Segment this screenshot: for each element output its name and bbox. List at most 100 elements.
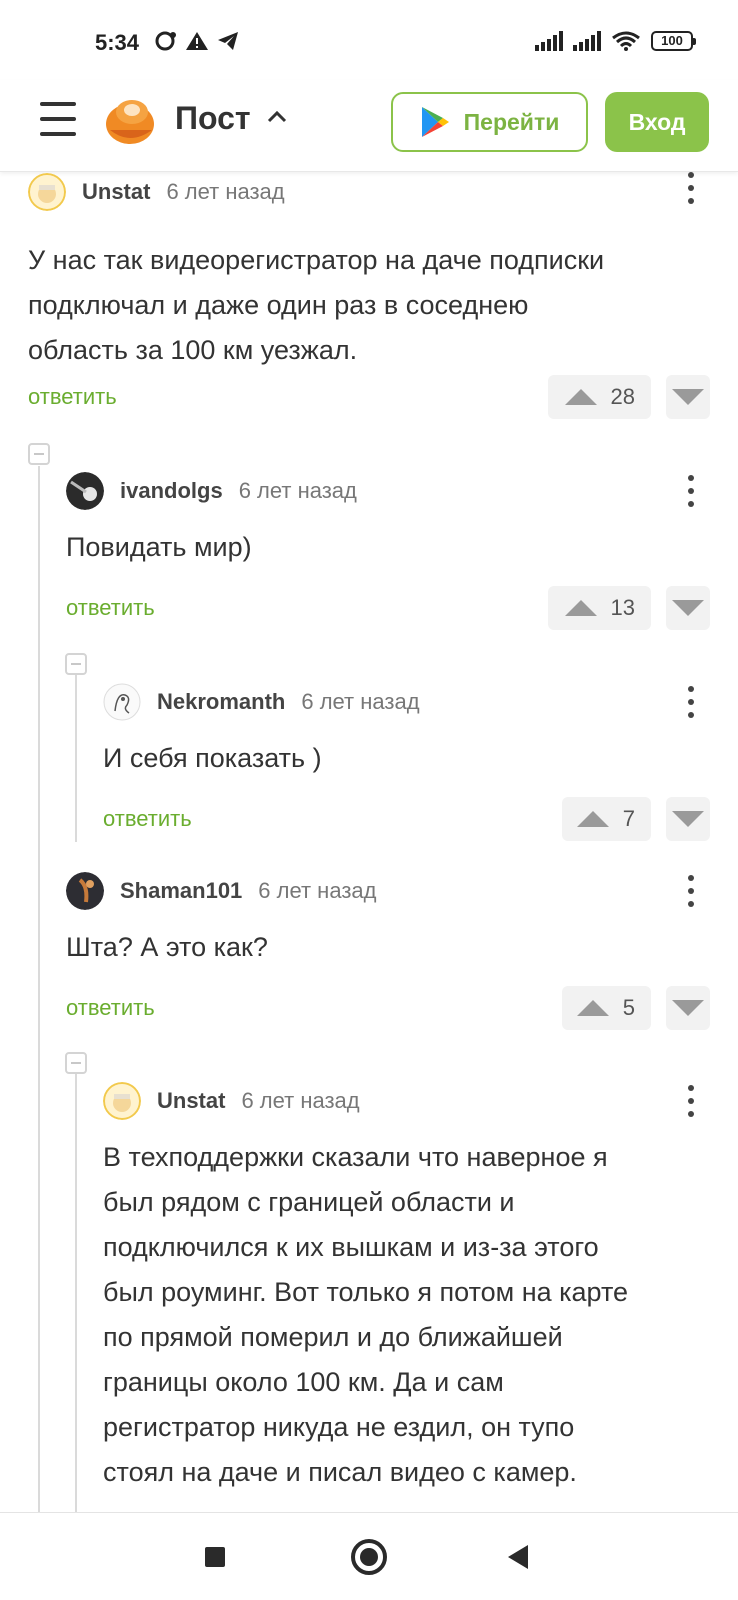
page-title[interactable]: Пост	[175, 100, 251, 137]
more-options-icon[interactable]	[687, 686, 695, 718]
notification-icon	[155, 31, 176, 51]
status-bar: 5:34 100	[0, 0, 738, 80]
downvote-button[interactable]	[666, 986, 710, 1030]
comment-header: ivandolgs 6 лет назад	[66, 471, 709, 511]
avatar[interactable]	[28, 173, 66, 211]
comment: Nekromanth 6 лет назад И себя показать )	[103, 682, 709, 781]
signal-icon	[535, 31, 563, 51]
collapse-thread-button[interactable]	[65, 1052, 87, 1074]
comment-text-line: по прямой померил и до ближайшей	[103, 1322, 563, 1352]
thread-line	[75, 1063, 77, 1512]
comment-body: У нас так видеорегистратор на даче подпи…	[28, 238, 708, 373]
signal-icon	[573, 31, 601, 51]
comment-text-line: И себя показать )	[103, 743, 322, 773]
downvote-icon	[672, 389, 704, 405]
avatar[interactable]	[103, 683, 141, 721]
upvote-icon	[564, 600, 597, 616]
reply-link[interactable]: ответить	[66, 995, 155, 1021]
downvote-button[interactable]	[666, 797, 710, 841]
chevron-up-icon[interactable]	[266, 106, 288, 128]
status-notification-icons	[155, 31, 239, 51]
more-options-icon[interactable]	[687, 475, 695, 507]
upvote-button[interactable]: 7	[562, 797, 651, 841]
comment-time[interactable]: 6 лет назад	[301, 689, 419, 715]
comment-body: Шта? А это как?	[66, 925, 709, 970]
comment-header: Unstat 6 лет назад	[103, 1081, 709, 1121]
comment-author[interactable]: Shaman101	[120, 878, 242, 904]
wifi-icon	[612, 31, 640, 51]
back-button[interactable]	[508, 1545, 528, 1569]
comment-text-line: был роуминг. Вот только я потом на карте	[103, 1277, 629, 1307]
comment-text-line: границы около 100 км. Да и сам	[103, 1367, 504, 1397]
warning-icon	[186, 32, 208, 50]
comment-time[interactable]: 6 лет назад	[241, 1088, 359, 1114]
comment: Shaman101 6 лет назад Шта? А это как?	[66, 871, 709, 970]
downvote-button[interactable]	[666, 586, 710, 630]
reply-link[interactable]: ответить	[103, 806, 192, 832]
comment: Unstat 6 лет назад В техподдержки сказал…	[103, 1081, 709, 1495]
reply-link[interactable]: ответить	[28, 384, 117, 410]
comment-time[interactable]: 6 лет назад	[166, 179, 284, 205]
battery-icon: 100	[651, 31, 696, 51]
vote-count: 28	[610, 384, 635, 409]
comment-author[interactable]: Unstat	[157, 1088, 225, 1114]
comment-header: Shaman101 6 лет назад	[66, 871, 709, 911]
recent-apps-button[interactable]	[205, 1547, 225, 1567]
home-button[interactable]	[351, 1539, 387, 1575]
comment: ivandolgs 6 лет назад Повидать мир)	[66, 471, 709, 570]
login-button[interactable]: Вход	[605, 92, 709, 152]
comment-text-line: подключал и даже один раз в соседнею	[28, 290, 529, 320]
pikabu-logo[interactable]	[104, 94, 156, 146]
more-options-icon[interactable]	[687, 875, 695, 907]
more-options-icon[interactable]	[687, 172, 695, 204]
go-button-label: Перейти	[463, 108, 560, 135]
reply-link[interactable]: ответить	[66, 595, 155, 621]
go-to-app-button[interactable]: Перейти	[391, 92, 588, 152]
downvote-icon	[672, 811, 704, 827]
status-system-icons: 100	[535, 30, 696, 52]
comment-text-line: Шта? А это как?	[66, 932, 268, 962]
comment-author[interactable]: Nekromanth	[157, 689, 285, 715]
vote-count: 13	[610, 595, 635, 620]
comment-text-line: был рядом с границей области и	[103, 1187, 515, 1217]
downvote-icon	[672, 1000, 704, 1016]
upvote-icon	[576, 811, 609, 827]
upvote-icon	[576, 1000, 609, 1016]
comment-text-line: У нас так видеорегистратор на даче подпи…	[28, 245, 605, 275]
comment-text-line: Повидать мир)	[66, 532, 252, 562]
comment-time[interactable]: 6 лет назад	[258, 878, 376, 904]
thread-line	[38, 466, 40, 1512]
vote-count: 7	[622, 806, 635, 831]
google-play-icon	[421, 107, 449, 137]
app-header: Пост Перейти Вход	[0, 80, 738, 172]
comment-text-line: В техподдержки сказали что наверное я	[103, 1142, 608, 1172]
avatar[interactable]	[103, 1082, 141, 1120]
comment-text-line: регистратор никуда не ездил, он тупо	[103, 1412, 575, 1442]
comment: Unstat 6 лет назад У нас так видеорегист…	[28, 172, 708, 373]
downvote-button[interactable]	[666, 375, 710, 419]
more-options-icon[interactable]	[687, 1085, 695, 1117]
comment-text-line: стоял на даче и писал видео с камер.	[103, 1457, 577, 1487]
collapse-thread-button[interactable]	[65, 653, 87, 675]
comment-time[interactable]: 6 лет назад	[239, 478, 357, 504]
comment-text-line: подключился к их вышкам и из-за этого	[103, 1232, 599, 1262]
upvote-button[interactable]: 13	[548, 586, 651, 630]
vote-count: 5	[622, 995, 635, 1020]
telegram-icon	[218, 32, 238, 50]
menu-icon[interactable]	[40, 102, 76, 136]
system-nav-bar	[0, 1512, 738, 1600]
collapse-thread-button[interactable]	[28, 443, 50, 465]
avatar[interactable]	[66, 872, 104, 910]
upvote-button[interactable]: 28	[548, 375, 651, 419]
comment-body: И себя показать )	[103, 736, 709, 781]
comment-author[interactable]: ivandolgs	[120, 478, 223, 504]
comment-header: Nekromanth 6 лет назад	[103, 682, 709, 722]
comment-body: В техподдержки сказали что наверное я бы…	[103, 1135, 709, 1495]
upvote-button[interactable]: 5	[562, 986, 651, 1030]
thread-line	[75, 672, 77, 842]
downvote-icon	[672, 600, 704, 616]
upvote-icon	[564, 389, 597, 405]
avatar[interactable]	[66, 472, 104, 510]
comment-text-line: область за 100 км уезжал.	[28, 335, 358, 365]
comment-author[interactable]: Unstat	[82, 179, 150, 205]
